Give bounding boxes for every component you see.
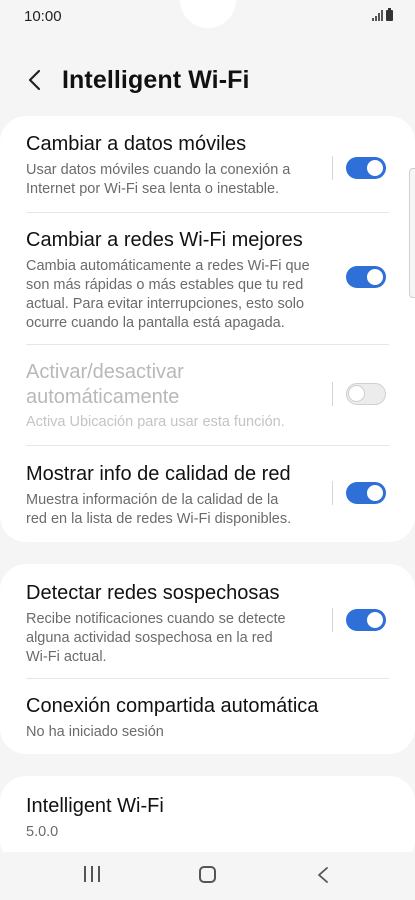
setting-switch-to-mobile-data[interactable]: Cambiar a datos móviles Usar datos móvil… (0, 132, 415, 212)
setting-subtitle-line: Internet por Wi-Fi sea lenta o inestable… (26, 181, 280, 197)
auto-on-off-toggle[interactable] (346, 383, 386, 405)
setting-subtitle-line: red en la lista de redes Wi-Fi disponibl… (26, 511, 292, 527)
setting-title: automáticamente (26, 386, 180, 408)
battery-icon (386, 8, 393, 21)
setting-title: Mostrar info de calidad de red (26, 463, 291, 485)
divider (26, 445, 389, 446)
camera-notch (180, 0, 236, 28)
setting-title: Cambiar a redes Wi-Fi mejores (26, 229, 303, 251)
setting-title: Detectar redes sospechosas (26, 582, 280, 604)
divider (26, 212, 389, 213)
status-bar: 10:00 (0, 0, 415, 34)
divider (26, 678, 389, 679)
divider (332, 481, 333, 505)
about-intelligent-wifi[interactable]: Intelligent Wi-Fi 5.0.0 (0, 794, 415, 844)
setting-title: Conexión compartida automática (26, 695, 319, 717)
app-version: 5.0.0 (26, 824, 59, 840)
better-wifi-toggle[interactable] (346, 266, 386, 288)
divider (26, 344, 389, 345)
recents-icon[interactable] (84, 866, 100, 882)
settings-card-main: Cambiar a datos móviles Usar datos móvil… (0, 116, 415, 542)
setting-auto-hotspot[interactable]: Conexión compartida automática No ha ini… (0, 694, 415, 744)
back-icon[interactable] (316, 866, 330, 884)
app-header: Intelligent Wi-Fi (0, 60, 415, 104)
navigation-bar (0, 852, 415, 900)
home-icon[interactable] (199, 866, 216, 883)
suspicious-networks-toggle[interactable] (346, 609, 386, 631)
setting-switch-to-better-wifi[interactable]: Cambiar a redes Wi-Fi mejores Cambia aut… (0, 228, 415, 348)
status-time: 10:00 (24, 8, 62, 25)
setting-subtitle-line: son más rápidas o más estables que tu re… (26, 277, 304, 293)
setting-detect-suspicious-networks[interactable]: Detectar redes sospechosas Recibe notifi… (0, 581, 415, 681)
setting-subtitle-line: ocurre cuando la pantalla está apagada. (26, 315, 285, 331)
setting-subtitle-line: Recibe notificaciones cuando se detecte (26, 611, 286, 627)
page-title: Intelligent Wi-Fi (62, 66, 250, 94)
chevron-left-icon[interactable] (24, 68, 48, 92)
setting-auto-on-off[interactable]: Activar/desactivar automáticamente Activ… (0, 360, 415, 450)
scroll-indicator[interactable] (409, 168, 415, 298)
setting-subtitle-line: alguna actividad sospechosa en la red (26, 630, 273, 646)
switch-mobile-data-toggle[interactable] (346, 157, 386, 179)
setting-subtitle-line: actual. Para evitar interrupciones, esto… (26, 296, 305, 312)
divider (332, 156, 333, 180)
setting-subtitle-line: No ha iniciado sesión (26, 724, 164, 740)
setting-network-quality-info[interactable]: Mostrar info de calidad de red Muestra i… (0, 462, 415, 542)
divider (332, 382, 333, 406)
setting-title: Cambiar a datos móviles (26, 133, 247, 155)
signal-icon (372, 10, 383, 21)
status-icons (372, 8, 393, 21)
about-title: Intelligent Wi-Fi (26, 795, 164, 817)
setting-title: Activar/desactivar (26, 361, 184, 383)
divider (332, 608, 333, 632)
setting-subtitle-line: Usar datos móviles cuando la conexión a (26, 162, 291, 178)
network-quality-toggle[interactable] (346, 482, 386, 504)
setting-subtitle-line: Activa Ubicación para usar esta función. (26, 414, 285, 430)
setting-subtitle-line: Cambia automáticamente a redes Wi-Fi que (26, 258, 310, 274)
setting-subtitle-line: Muestra información de la calidad de la (26, 492, 279, 508)
settings-card-security: Detectar redes sospechosas Recibe notifi… (0, 564, 415, 754)
setting-subtitle-line: Wi-Fi actual. (26, 649, 107, 665)
